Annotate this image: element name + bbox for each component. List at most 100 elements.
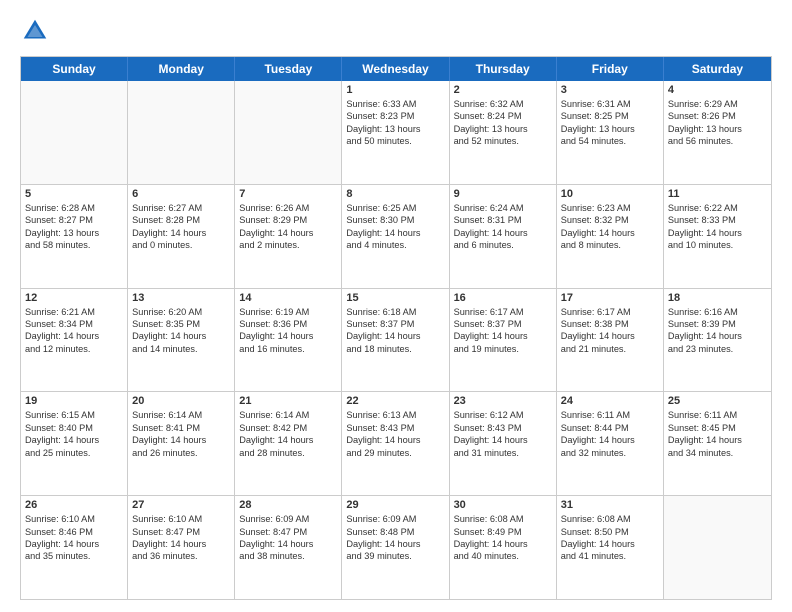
- cell-info-line: Daylight: 14 hours: [346, 538, 444, 550]
- day-number: 2: [454, 84, 552, 96]
- cell-info-line: Sunrise: 6:10 AM: [25, 513, 123, 525]
- cal-cell-27: 27Sunrise: 6:10 AMSunset: 8:47 PMDayligh…: [128, 496, 235, 599]
- header-day-sunday: Sunday: [21, 57, 128, 81]
- cal-cell-1: 1Sunrise: 6:33 AMSunset: 8:23 PMDaylight…: [342, 81, 449, 184]
- cell-info-line: Daylight: 14 hours: [346, 434, 444, 446]
- cell-info-line: and 25 minutes.: [25, 447, 123, 459]
- cal-cell-6: 6Sunrise: 6:27 AMSunset: 8:28 PMDaylight…: [128, 185, 235, 288]
- cal-cell-30: 30Sunrise: 6:08 AMSunset: 8:49 PMDayligh…: [450, 496, 557, 599]
- cal-cell-24: 24Sunrise: 6:11 AMSunset: 8:44 PMDayligh…: [557, 392, 664, 495]
- cal-cell-22: 22Sunrise: 6:13 AMSunset: 8:43 PMDayligh…: [342, 392, 449, 495]
- cell-info-line: and 21 minutes.: [561, 343, 659, 355]
- cal-cell-29: 29Sunrise: 6:09 AMSunset: 8:48 PMDayligh…: [342, 496, 449, 599]
- header-day-wednesday: Wednesday: [342, 57, 449, 81]
- day-number: 30: [454, 499, 552, 511]
- day-number: 6: [132, 188, 230, 200]
- week-row-2: 12Sunrise: 6:21 AMSunset: 8:34 PMDayligh…: [21, 289, 771, 393]
- cell-info-line: Sunrise: 6:32 AM: [454, 98, 552, 110]
- cell-info-line: Sunset: 8:26 PM: [668, 110, 767, 122]
- cal-cell-26: 26Sunrise: 6:10 AMSunset: 8:46 PMDayligh…: [21, 496, 128, 599]
- cell-info-line: Sunrise: 6:11 AM: [561, 409, 659, 421]
- cell-info-line: Sunrise: 6:11 AM: [668, 409, 767, 421]
- cell-info-line: Sunrise: 6:22 AM: [668, 202, 767, 214]
- calendar-header: SundayMondayTuesdayWednesdayThursdayFrid…: [21, 57, 771, 81]
- day-number: 29: [346, 499, 444, 511]
- cell-info-line: Sunset: 8:25 PM: [561, 110, 659, 122]
- cell-info-line: Sunrise: 6:08 AM: [561, 513, 659, 525]
- cell-info-line: and 31 minutes.: [454, 447, 552, 459]
- cell-info-line: Daylight: 13 hours: [25, 227, 123, 239]
- cell-info-line: Sunset: 8:47 PM: [132, 526, 230, 538]
- cell-info-line: Daylight: 14 hours: [132, 330, 230, 342]
- calendar: SundayMondayTuesdayWednesdayThursdayFrid…: [20, 56, 772, 600]
- header-day-saturday: Saturday: [664, 57, 771, 81]
- cell-info-line: and 56 minutes.: [668, 135, 767, 147]
- cal-cell-empty-0: [21, 81, 128, 184]
- cell-info-line: and 10 minutes.: [668, 239, 767, 251]
- cell-info-line: Sunrise: 6:20 AM: [132, 306, 230, 318]
- cal-cell-3: 3Sunrise: 6:31 AMSunset: 8:25 PMDaylight…: [557, 81, 664, 184]
- week-row-1: 5Sunrise: 6:28 AMSunset: 8:27 PMDaylight…: [21, 185, 771, 289]
- cell-info-line: Sunrise: 6:13 AM: [346, 409, 444, 421]
- cell-info-line: and 14 minutes.: [132, 343, 230, 355]
- cell-info-line: Sunset: 8:47 PM: [239, 526, 337, 538]
- day-number: 11: [668, 188, 767, 200]
- cell-info-line: Sunset: 8:45 PM: [668, 422, 767, 434]
- cal-cell-16: 16Sunrise: 6:17 AMSunset: 8:37 PMDayligh…: [450, 289, 557, 392]
- cell-info-line: Sunrise: 6:12 AM: [454, 409, 552, 421]
- header-day-thursday: Thursday: [450, 57, 557, 81]
- cell-info-line: and 0 minutes.: [132, 239, 230, 251]
- day-number: 20: [132, 395, 230, 407]
- cell-info-line: Sunset: 8:29 PM: [239, 214, 337, 226]
- cell-info-line: Sunset: 8:43 PM: [454, 422, 552, 434]
- day-number: 27: [132, 499, 230, 511]
- day-number: 21: [239, 395, 337, 407]
- cell-info-line: Sunset: 8:24 PM: [454, 110, 552, 122]
- cell-info-line: Sunrise: 6:23 AM: [561, 202, 659, 214]
- cell-info-line: and 23 minutes.: [668, 343, 767, 355]
- day-number: 7: [239, 188, 337, 200]
- cal-cell-20: 20Sunrise: 6:14 AMSunset: 8:41 PMDayligh…: [128, 392, 235, 495]
- cal-cell-31: 31Sunrise: 6:08 AMSunset: 8:50 PMDayligh…: [557, 496, 664, 599]
- cell-info-line: Sunset: 8:35 PM: [132, 318, 230, 330]
- cell-info-line: Sunrise: 6:21 AM: [25, 306, 123, 318]
- cell-info-line: Sunset: 8:32 PM: [561, 214, 659, 226]
- cal-cell-25: 25Sunrise: 6:11 AMSunset: 8:45 PMDayligh…: [664, 392, 771, 495]
- cell-info-line: and 40 minutes.: [454, 550, 552, 562]
- cell-info-line: Daylight: 14 hours: [239, 330, 337, 342]
- cal-cell-21: 21Sunrise: 6:14 AMSunset: 8:42 PMDayligh…: [235, 392, 342, 495]
- day-number: 19: [25, 395, 123, 407]
- cell-info-line: Sunrise: 6:26 AM: [239, 202, 337, 214]
- cell-info-line: Daylight: 14 hours: [454, 538, 552, 550]
- cell-info-line: Sunset: 8:31 PM: [454, 214, 552, 226]
- cell-info-line: Sunrise: 6:19 AM: [239, 306, 337, 318]
- cal-cell-28: 28Sunrise: 6:09 AMSunset: 8:47 PMDayligh…: [235, 496, 342, 599]
- cell-info-line: Sunrise: 6:14 AM: [132, 409, 230, 421]
- cell-info-line: Daylight: 14 hours: [668, 227, 767, 239]
- cell-info-line: Sunrise: 6:17 AM: [454, 306, 552, 318]
- week-row-3: 19Sunrise: 6:15 AMSunset: 8:40 PMDayligh…: [21, 392, 771, 496]
- day-number: 12: [25, 292, 123, 304]
- cell-info-line: Sunset: 8:39 PM: [668, 318, 767, 330]
- cell-info-line: Sunrise: 6:16 AM: [668, 306, 767, 318]
- cal-cell-19: 19Sunrise: 6:15 AMSunset: 8:40 PMDayligh…: [21, 392, 128, 495]
- day-number: 14: [239, 292, 337, 304]
- cell-info-line: and 4 minutes.: [346, 239, 444, 251]
- day-number: 16: [454, 292, 552, 304]
- week-row-4: 26Sunrise: 6:10 AMSunset: 8:46 PMDayligh…: [21, 496, 771, 599]
- cell-info-line: Daylight: 13 hours: [454, 123, 552, 135]
- cell-info-line: Daylight: 14 hours: [25, 538, 123, 550]
- cell-info-line: and 39 minutes.: [346, 550, 444, 562]
- cell-info-line: Daylight: 13 hours: [668, 123, 767, 135]
- day-number: 28: [239, 499, 337, 511]
- cell-info-line: Sunset: 8:30 PM: [346, 214, 444, 226]
- cell-info-line: and 6 minutes.: [454, 239, 552, 251]
- cell-info-line: Sunset: 8:49 PM: [454, 526, 552, 538]
- cell-info-line: Sunrise: 6:27 AM: [132, 202, 230, 214]
- cell-info-line: Daylight: 14 hours: [132, 227, 230, 239]
- cell-info-line: Sunrise: 6:18 AM: [346, 306, 444, 318]
- cell-info-line: Sunset: 8:42 PM: [239, 422, 337, 434]
- cell-info-line: Sunset: 8:44 PM: [561, 422, 659, 434]
- day-number: 18: [668, 292, 767, 304]
- cell-info-line: and 29 minutes.: [346, 447, 444, 459]
